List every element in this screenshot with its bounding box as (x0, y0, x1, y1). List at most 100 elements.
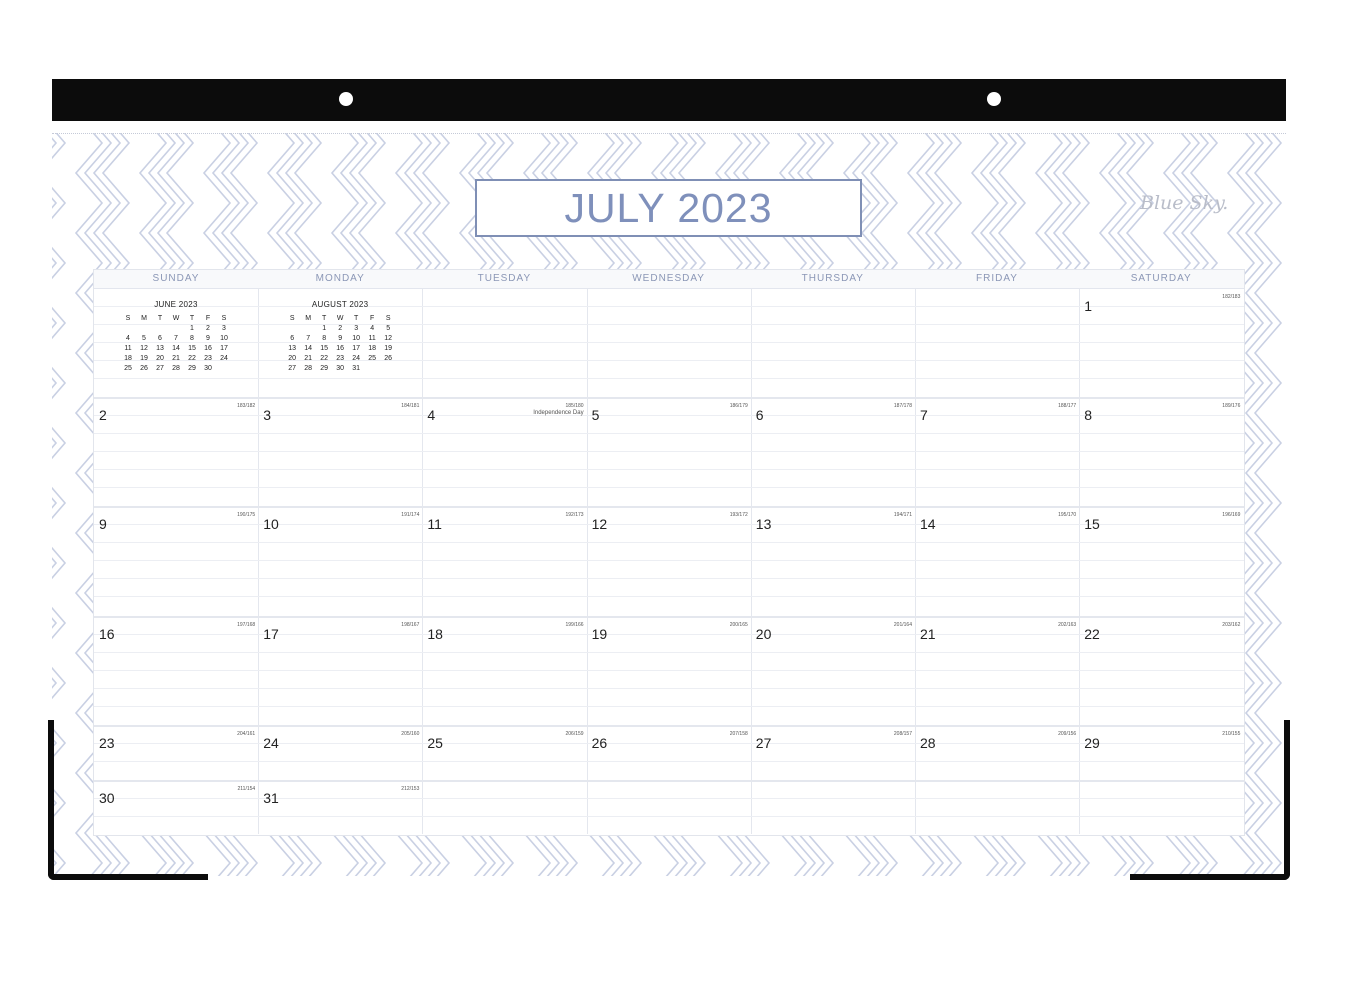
day-cell[interactable]: 19 200/165 (587, 616, 751, 725)
corner-holder-left-bottom (48, 874, 208, 880)
mini-weekday-letter: S (385, 315, 391, 322)
month-title-box: JULY 2023 (475, 179, 862, 237)
mini-calendar-week: 11 12 13 14 15 16 17 (101, 345, 251, 355)
day-of-year-count: 195/170 (1058, 512, 1077, 518)
day-cell[interactable]: 2 183/182 (94, 397, 258, 506)
day-of-year-count: 210/155 (1222, 731, 1241, 737)
day-cell[interactable]: 13 194/171 (751, 506, 915, 616)
mini-date (284, 325, 300, 335)
day-number: 19 (591, 626, 608, 642)
mini-date: 15 (188, 345, 196, 352)
day-cell[interactable]: 25 206/159 (422, 725, 586, 780)
day-number: 9 (99, 516, 107, 532)
mini-date: 9 (338, 335, 343, 342)
weekday-label: MONDAY (315, 273, 365, 284)
mini-date: 23 (336, 355, 345, 362)
day-cell[interactable]: 27 208/157 (751, 725, 915, 780)
day-cell[interactable]: 15 196/169 (1079, 506, 1243, 616)
day-number: 17 (263, 626, 279, 642)
mini-date: 11 (368, 335, 376, 342)
day-cell[interactable]: 29 210/155 (1079, 725, 1243, 780)
mini-calendar-week: 6 7 8 9 10 11 12 (265, 335, 415, 345)
day-number: 13 (755, 516, 772, 532)
weekday-label: TUESDAY (477, 273, 532, 284)
mini-date: 29 (188, 365, 196, 372)
day-cell[interactable]: 5 186/179 (587, 397, 751, 506)
day-cell[interactable]: 3 184/181 (258, 397, 422, 506)
mini-date: 20 (156, 355, 164, 362)
mini-date: 1 (322, 325, 327, 332)
mini-date: 7 (174, 335, 178, 342)
mini-date: 22 (320, 355, 329, 362)
day-cell[interactable]: 18 199/166 (422, 616, 586, 725)
day-cell[interactable]: 16 197/168 (94, 616, 258, 725)
day-of-year-count: 204/161 (237, 731, 256, 737)
mini-calendar-header: SMTWTFS (101, 315, 251, 325)
day-cell[interactable]: 22 203/162 (1079, 616, 1243, 725)
weekday-header-row: SUNDAY MONDAY TUESDAY WEDNESDAY THURSDAY FRID… (94, 270, 1244, 289)
day-of-year-count: 188/177 (1058, 403, 1077, 409)
day-of-year-count: 201/164 (893, 622, 912, 628)
month-grid: SUNDAY MONDAY TUESDAY WEDNESDAY THURSDAY FRID… (93, 269, 1245, 836)
mini-weekday-letter: T (354, 315, 359, 322)
day-of-year-count: 185/180 (565, 403, 584, 409)
day-cell[interactable]: 12 193/172 (587, 506, 751, 616)
mini-date: 21 (304, 355, 313, 362)
day-cell[interactable]: 7 188/177 (915, 397, 1079, 506)
day-number: 24 (263, 735, 279, 751)
mini-date: 19 (140, 355, 148, 362)
day-cell[interactable]: 23 204/161 (94, 725, 258, 780)
day-cell[interactable]: 31 212/153 (258, 780, 422, 834)
mini-calendar-next-month: AUGUST 2023 S M T W T F S 1 2 3 4 5 6 7 8 9 10 11 12 13 14 15 1… (265, 300, 415, 375)
mini-date: 4 (126, 335, 130, 342)
mini-calendar-week: 4 5 6 7 8 9 10 (101, 335, 251, 345)
mini-calendar-week: 25 26 27 28 29 30 (101, 365, 251, 375)
day-number: 6 (755, 407, 764, 423)
mini-calendar-title: JUNE 2023 (154, 300, 198, 309)
mini-date (168, 325, 184, 335)
mini-weekday-letter: S (125, 315, 131, 322)
day-number: 21 (920, 626, 936, 642)
day-of-year-count: 202/163 (1058, 622, 1077, 628)
corner-holder-left (48, 720, 54, 880)
day-cell[interactable]: 21 202/163 (915, 616, 1079, 725)
day-cell[interactable]: 20 201/164 (751, 616, 915, 725)
mini-date: 3 (354, 325, 359, 332)
day-cell[interactable]: 28 209/156 (915, 725, 1079, 780)
day-cell[interactable]: 24 205/160 (258, 725, 422, 780)
mini-date (152, 325, 168, 335)
day-cell[interactable]: 10 191/174 (258, 506, 422, 616)
mini-date: 4 (370, 325, 375, 332)
day-of-year-count: 190/175 (237, 512, 256, 518)
writing-line (94, 378, 1244, 379)
mini-weekday-letter: F (370, 315, 375, 322)
day-number: 30 (99, 790, 115, 806)
mini-date: 6 (158, 335, 162, 342)
holiday-label: Independence Day (533, 410, 584, 416)
day-cell[interactable]: 9 190/175 (94, 506, 258, 616)
mini-date: 24 (220, 355, 228, 362)
day-number: 2 (99, 407, 107, 423)
day-number: 31 (263, 790, 279, 806)
day-cell[interactable]: 8 189/176 (1079, 397, 1243, 506)
day-of-year-count: 211/154 (237, 786, 256, 792)
mini-date: 31 (352, 365, 361, 372)
day-cell[interactable]: 4 185/180 Independence Day (422, 397, 586, 506)
day-cell[interactable]: 30 211/154 (94, 780, 258, 834)
mini-date: 10 (352, 335, 361, 342)
day-cell[interactable]: 26 207/158 (587, 725, 751, 780)
mini-date: 18 (124, 355, 132, 362)
mini-date: 10 (220, 335, 228, 342)
day-of-year-count: 196/169 (1222, 512, 1241, 518)
corner-holder-right (1284, 720, 1290, 880)
mini-date: 2 (338, 325, 343, 332)
day-cell[interactable]: 17 198/167 (258, 616, 422, 725)
day-cell[interactable]: 11 192/173 (422, 506, 586, 616)
day-cell[interactable]: 1 182/183 (1079, 288, 1243, 397)
mini-date: 27 (156, 365, 164, 372)
day-of-year-count: 206/159 (565, 731, 584, 737)
day-cell[interactable]: 6 187/178 (751, 397, 915, 506)
day-cell[interactable]: 14 195/170 (915, 506, 1079, 616)
day-number: 4 (427, 407, 436, 423)
weekday-label: WEDNESDAY (632, 273, 705, 284)
